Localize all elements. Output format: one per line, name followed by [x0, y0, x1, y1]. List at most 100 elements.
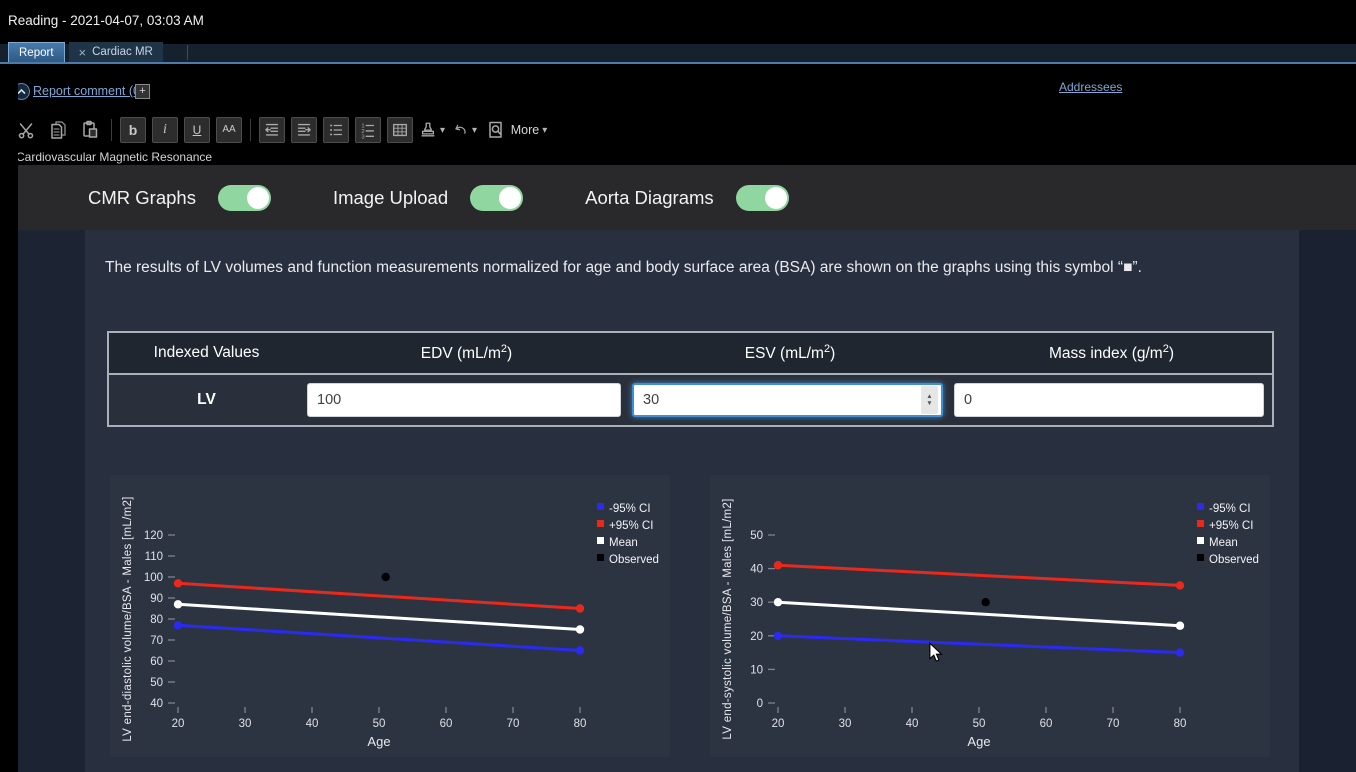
- tick-labels: 0102030405020304050607080: [750, 530, 1186, 730]
- edv-chart: 40506070809010011012020304050607080AgeLV…: [110, 475, 670, 757]
- legend-label: -95% CI: [609, 503, 651, 515]
- outdent-icon: [263, 121, 281, 139]
- caret-down-icon: ▾: [440, 125, 445, 136]
- table-row-lv: LV ▲▼: [109, 375, 1272, 425]
- svg-text:60: 60: [440, 718, 453, 730]
- header-mass-index: Mass index (g/m2): [951, 343, 1272, 363]
- preview-button[interactable]: [483, 117, 509, 143]
- copy-button[interactable]: [45, 117, 71, 143]
- legend-label: Mean: [1209, 537, 1238, 549]
- bold-button[interactable]: b: [120, 117, 146, 143]
- svg-text:50: 50: [150, 677, 163, 689]
- insert-table-button[interactable]: [387, 117, 413, 143]
- indent-button[interactable]: [291, 117, 317, 143]
- series--95-ci: [774, 561, 1184, 590]
- undo-icon: [451, 120, 469, 140]
- svg-text:70: 70: [1107, 718, 1120, 730]
- edv-input[interactable]: [307, 383, 621, 417]
- cmr-graphs-toggle[interactable]: [218, 185, 271, 211]
- svg-text:80: 80: [150, 614, 163, 626]
- aorta-diagrams-toggle[interactable]: [736, 185, 789, 211]
- more-button[interactable]: More▾: [515, 117, 541, 143]
- esv-chart-panel: 0102030405020304050607080AgeLV end-systo…: [710, 475, 1270, 757]
- indexed-values-table: Indexed Values EDV (mL/m2) ESV (mL/m2) M…: [107, 331, 1274, 427]
- header-edv: EDV (mL/m2): [304, 343, 629, 363]
- svg-text:110: 110: [145, 551, 163, 563]
- add-comment-button[interactable]: +: [135, 84, 150, 99]
- svg-text:60: 60: [1040, 718, 1053, 730]
- addressees-link[interactable]: Addressees: [1059, 80, 1122, 94]
- legend-swatch: [597, 537, 604, 544]
- font-size-icon: AA: [222, 125, 235, 135]
- stamp-button[interactable]: ▾: [419, 117, 445, 143]
- more-label: More: [511, 123, 539, 137]
- series--95-ci: [774, 632, 1184, 657]
- stamp-icon: [419, 120, 437, 140]
- axes: [768, 535, 1180, 713]
- y-axis-label: LV end-diastolic volume/BSA - Males [mL/…: [122, 496, 134, 741]
- toolbar-separator: [250, 119, 251, 141]
- caret-down-icon: ▾: [542, 125, 547, 136]
- legend-label: Observed: [1209, 554, 1259, 566]
- mass-index-input[interactable]: [954, 383, 1264, 417]
- svg-text:3: 3: [361, 135, 364, 139]
- legend-swatch: [597, 503, 604, 510]
- undo-button[interactable]: ▾: [451, 117, 477, 143]
- svg-text:40: 40: [750, 564, 763, 576]
- svg-text:30: 30: [239, 718, 252, 730]
- legend-label: +95% CI: [609, 520, 653, 532]
- image-upload-toggle[interactable]: [470, 185, 523, 211]
- outdent-button[interactable]: [259, 117, 285, 143]
- toggle-knob: [765, 187, 787, 209]
- bold-icon: b: [129, 123, 138, 137]
- font-size-button[interactable]: AA: [216, 117, 242, 143]
- window-title: Reading - 2021-04-07, 03:03 AM: [8, 13, 204, 28]
- svg-text:0: 0: [757, 698, 763, 710]
- italic-button[interactable]: i: [152, 117, 178, 143]
- svg-text:70: 70: [507, 718, 520, 730]
- aorta-diagrams-label: Aorta Diagrams: [585, 187, 714, 209]
- app-window: Reading - 2021-04-07, 03:03 AM Report × …: [0, 0, 1356, 772]
- preview-icon: [486, 120, 506, 140]
- underline-button[interactable]: U: [184, 117, 210, 143]
- close-icon[interactable]: ×: [79, 46, 87, 59]
- mass-index-cell: [951, 383, 1272, 417]
- italic-icon: i: [163, 123, 167, 137]
- section-label: Cardiovascular Magnetic Resonance: [16, 150, 212, 164]
- legend-swatch: [597, 520, 604, 527]
- legend-label: Mean: [609, 537, 638, 549]
- tab-cardiac-mr-label: Cardiac MR: [92, 46, 153, 58]
- number-stepper[interactable]: ▲▼: [921, 386, 938, 414]
- header-indexed-values: Indexed Values: [109, 344, 304, 362]
- svg-text:10: 10: [750, 664, 763, 676]
- caret-down-icon: ▾: [472, 125, 477, 136]
- edv-chart-panel: 40506070809010011012020304050607080AgeLV…: [110, 475, 670, 757]
- toggle-bar: CMR Graphs Image Upload Aorta Diagrams: [0, 165, 1356, 230]
- bullet-list-icon: [327, 121, 345, 139]
- toggle-knob: [247, 187, 269, 209]
- svg-text:20: 20: [172, 718, 185, 730]
- toolbar-separator: [111, 119, 112, 141]
- legend-swatch: [1197, 554, 1204, 561]
- legend: -95% CI+95% CIMeanObserved: [597, 503, 659, 566]
- report-comment-link[interactable]: Report comment (0): [33, 84, 144, 98]
- legend: -95% CI+95% CIMeanObserved: [1197, 503, 1259, 566]
- esv-input[interactable]: [632, 383, 943, 417]
- numbered-list-button[interactable]: 123: [355, 117, 381, 143]
- svg-text:90: 90: [150, 593, 163, 605]
- graphs-description: The results of LV volumes and function m…: [105, 254, 1230, 282]
- axes: [168, 535, 580, 713]
- tab-cardiac-mr[interactable]: × Cardiac MR: [69, 42, 163, 62]
- image-upload-group: Image Upload: [333, 185, 523, 211]
- tab-report[interactable]: Report: [8, 42, 65, 62]
- svg-text:70: 70: [150, 635, 163, 647]
- copy-icon: [48, 120, 68, 140]
- legend-label: -95% CI: [1209, 503, 1251, 515]
- series-mean: [774, 598, 1184, 630]
- toggle-knob: [499, 187, 521, 209]
- mouse-cursor: [928, 642, 944, 669]
- paste-button[interactable]: [77, 117, 103, 143]
- bullet-list-button[interactable]: [323, 117, 349, 143]
- tab-bar: Report × Cardiac MR: [0, 44, 1356, 64]
- insert-table-icon: [391, 121, 409, 139]
